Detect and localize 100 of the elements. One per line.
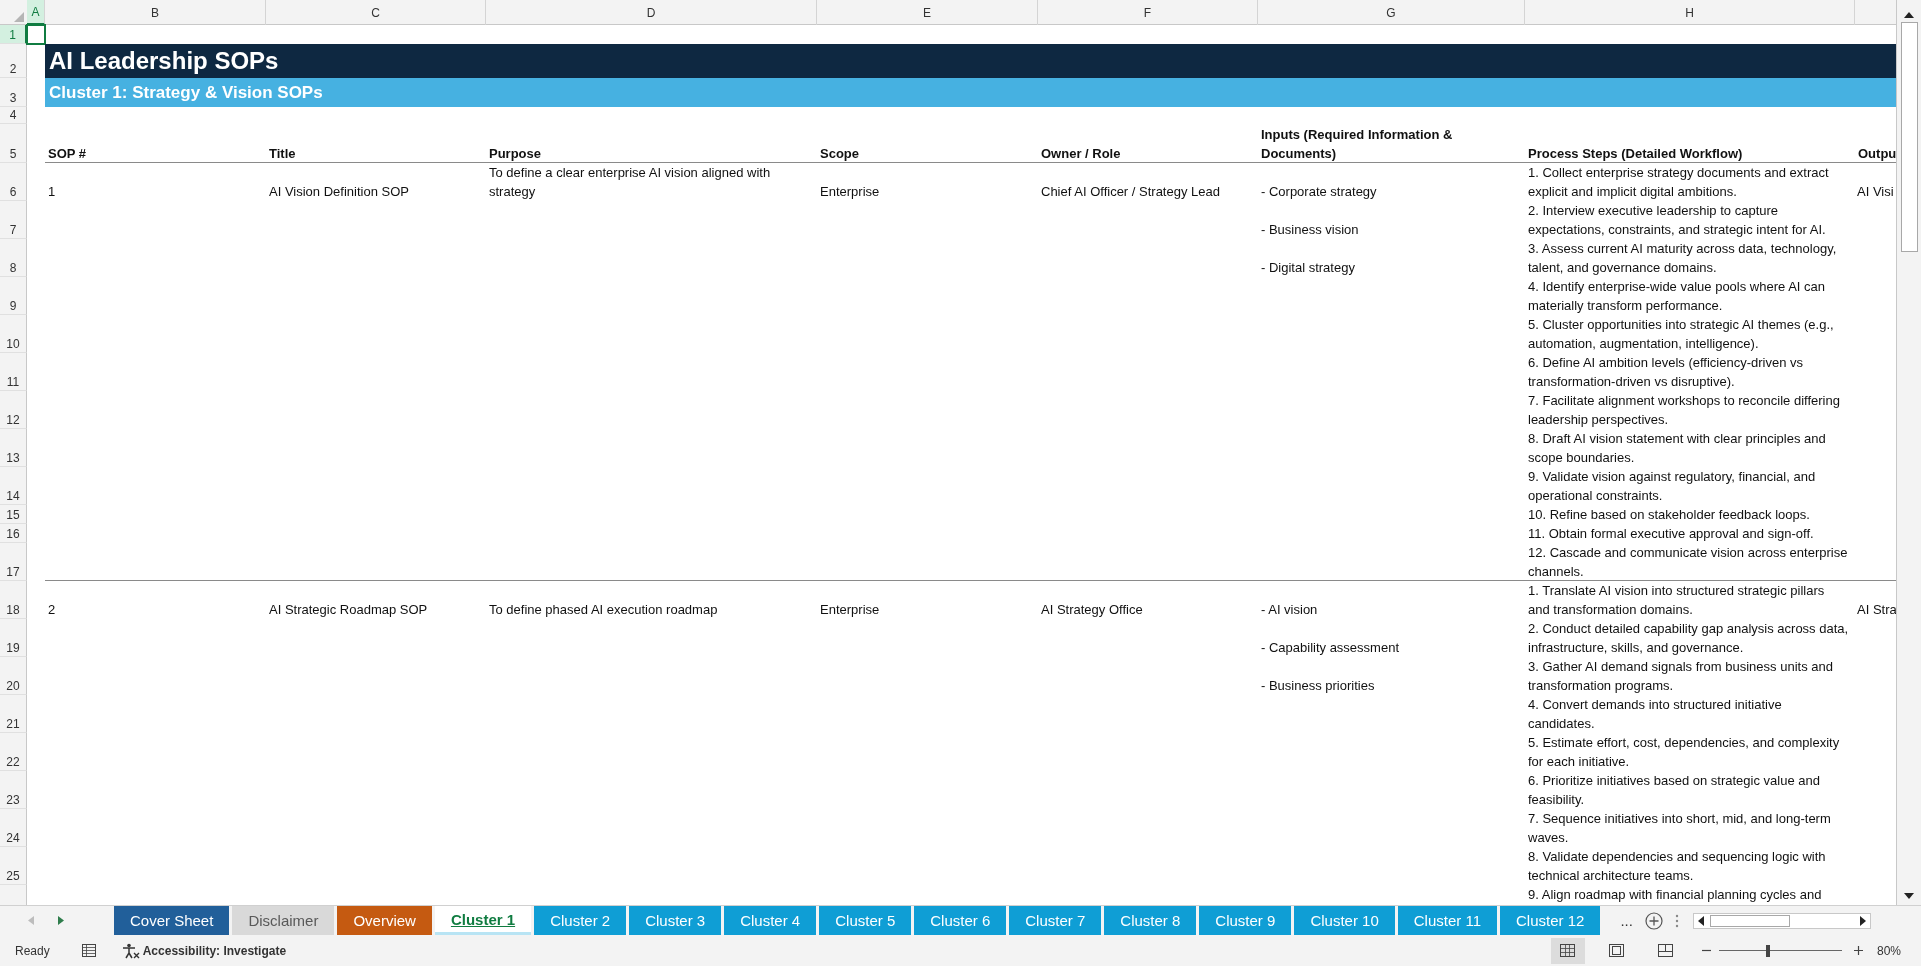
row-header[interactable]: 21	[0, 695, 27, 733]
process-step: 3. Assess current AI maturity across data, technology, talent, and governance domains.	[1528, 239, 1849, 277]
column-heading: Inputs (Required Information & Documents)	[1260, 126, 1454, 163]
scroll-left-icon[interactable]	[1697, 915, 1704, 926]
row-header[interactable]: 2	[0, 44, 27, 78]
row-header[interactable]: 4	[0, 107, 27, 124]
table-cell-text: - AI vision	[1260, 601, 1319, 619]
table-cell-text: - Digital strategy	[1260, 259, 1356, 277]
column-heading: Scope	[819, 145, 860, 163]
sheet-icon[interactable]	[81, 944, 96, 957]
sheet-tab[interactable]: Disclaimer	[232, 906, 335, 935]
table-cell-text: AI Vision Definition SOP	[268, 183, 410, 201]
row-header[interactable]: 10	[0, 315, 27, 353]
process-step: 9. Validate vision against regulatory, financial, and operational constraints.	[1528, 467, 1849, 505]
row-header[interactable]: 17	[0, 543, 27, 581]
table-cell-text: AI Visi	[1856, 183, 1895, 201]
process-step: 6. Prioritize initiatives based on strategic value and feasibility.	[1528, 771, 1849, 809]
row-header[interactable]: 8	[0, 239, 27, 277]
row-header[interactable]: 16	[0, 524, 27, 543]
more-sheets[interactable]: ...	[1620, 912, 1633, 929]
accessibility-icon[interactable]	[121, 942, 140, 959]
process-step: 2. Conduct detailed capability gap analysis across data, infrastructure, skills, and governance.	[1528, 619, 1849, 657]
table-cell-text: 1	[47, 183, 57, 201]
table-cell-text: Chief AI Officer / Strategy Lead	[1040, 183, 1221, 201]
horizontal-scrollbar[interactable]	[1692, 912, 1871, 929]
row-header[interactable]: 22	[0, 733, 27, 771]
table-cell-text: - Business vision	[1260, 221, 1360, 239]
table-cell-text: Enterprise	[819, 183, 881, 201]
accessibility-status[interactable]: Accessibility: Investigate	[142, 943, 287, 958]
column-heading: Outpu	[1857, 145, 1896, 163]
more-options-icon[interactable]	[1674, 913, 1679, 928]
process-step: 4. Identify enterprise-wide value pools where AI can materially transform performance.	[1528, 277, 1849, 315]
row-header[interactable]: 14	[0, 467, 27, 505]
normal-view-button[interactable]	[1550, 937, 1585, 964]
row-header[interactable]: 1	[0, 25, 27, 44]
sheet-tab[interactable]: Overview	[337, 906, 432, 935]
vertical-scrollbar[interactable]	[1896, 0, 1921, 905]
column-heading: Purpose	[488, 145, 542, 163]
row-header[interactable]: 23	[0, 771, 27, 809]
sheet-tab[interactable]: Cluster 1	[434, 906, 532, 935]
column-header[interactable]: F	[1038, 0, 1258, 25]
table-cell-text: - Corporate strategy	[1260, 183, 1378, 201]
selected-cell[interactable]	[26, 24, 46, 45]
process-step: 12. Cascade and communicate vision across enterprise channels.	[1528, 543, 1849, 581]
scroll-right-icon[interactable]	[1859, 915, 1866, 926]
subtitle-banner: Cluster 1: Strategy & Vision SOPs	[45, 78, 1896, 107]
scroll-thumb[interactable]	[1709, 914, 1790, 927]
table-cell-text: To define a clear enterprise AI vision aligned with strategy	[488, 164, 772, 201]
process-step: 11. Obtain formal executive approval and sign-off.	[1528, 524, 1849, 543]
table-cell-text: To define phased AI execution roadmap	[488, 601, 719, 619]
zoom-level[interactable]: 80%	[1876, 943, 1901, 958]
sheet-tab[interactable]: Cover Sheet	[114, 906, 230, 935]
column-header[interactable]: G	[1258, 0, 1525, 25]
process-step: 1. Collect enterprise strategy documents and extract explicit and implicit digital ambitions.	[1528, 163, 1849, 201]
add-sheet-icon[interactable]	[1644, 911, 1663, 930]
row-header[interactable]: 11	[0, 353, 27, 391]
row-header[interactable]: 7	[0, 201, 27, 239]
scroll-down-icon[interactable]	[1904, 893, 1914, 899]
row-header[interactable]: 13	[0, 429, 27, 467]
row-header[interactable]: 5	[0, 124, 27, 163]
row-header[interactable]: 6	[0, 163, 27, 201]
column-heading: Process Steps (Detailed Workflow)	[1527, 145, 1744, 163]
process-step: 10. Refine based on stakeholder feedback loops.	[1528, 505, 1849, 524]
column-heading: SOP #	[47, 145, 88, 163]
table-cell-text: AI Stra	[1856, 601, 1896, 619]
page-break-icon	[1658, 944, 1674, 957]
zoom-slider[interactable]	[1718, 943, 1842, 958]
zoom-thumb[interactable]	[1766, 944, 1771, 957]
process-step: 1. Translate AI vision into structured strategic pillars and transformation domains.	[1528, 581, 1849, 619]
row-header[interactable]: 20	[0, 657, 27, 695]
column-heading: Owner / Role	[1040, 145, 1122, 163]
process-step: 9. Align roadmap with financial planning cycles and	[1528, 885, 1849, 904]
column-header[interactable]: C	[266, 0, 486, 25]
row-header[interactable]: 9	[0, 277, 27, 315]
column-header[interactable]: A	[27, 0, 45, 25]
table-cell-text: - Capability assessment	[1260, 639, 1400, 657]
table-cell-text: AI Strategic Roadmap SOP	[268, 601, 429, 619]
table-cell-text: - Business priorities	[1260, 677, 1376, 695]
column-heading: Title	[268, 145, 297, 163]
row-header[interactable]: 24	[0, 809, 27, 847]
column-header[interactable]: H	[1525, 0, 1855, 25]
process-step: 7. Facilitate alignment workshops to reconcile differing leadership perspectives.	[1528, 391, 1849, 429]
row-header[interactable]: 12	[0, 391, 27, 429]
process-step: 8. Draft AI vision statement with clear principles and scope boundaries.	[1528, 429, 1849, 467]
scroll-thumb[interactable]	[1900, 22, 1918, 252]
row-header[interactable]: 18	[0, 581, 27, 619]
next-sheet-icon[interactable]	[58, 916, 64, 925]
column-header[interactable]: E	[817, 0, 1038, 25]
process-step: 5. Cluster opportunities into strategic AI themes (e.g., automation, augmentation, intelligence).	[1528, 315, 1849, 353]
row-header[interactable]: 3	[0, 78, 27, 107]
zoom-in-icon[interactable]	[1853, 946, 1863, 955]
scroll-up-icon[interactable]	[1904, 12, 1914, 18]
process-step: 4. Convert demands into structured initiative candidates.	[1528, 695, 1849, 733]
process-step: 6. Define AI ambition levels (efficiency-driven vs transformation-driven vs disruptive).	[1528, 353, 1849, 391]
row-header[interactable]: 25	[0, 847, 27, 885]
row-header[interactable]: 19	[0, 619, 27, 657]
column-header[interactable]: B	[45, 0, 266, 25]
table-cell-text: Enterprise	[819, 601, 881, 619]
column-header[interactable]: D	[486, 0, 817, 25]
row-header[interactable]: 15	[0, 505, 27, 524]
